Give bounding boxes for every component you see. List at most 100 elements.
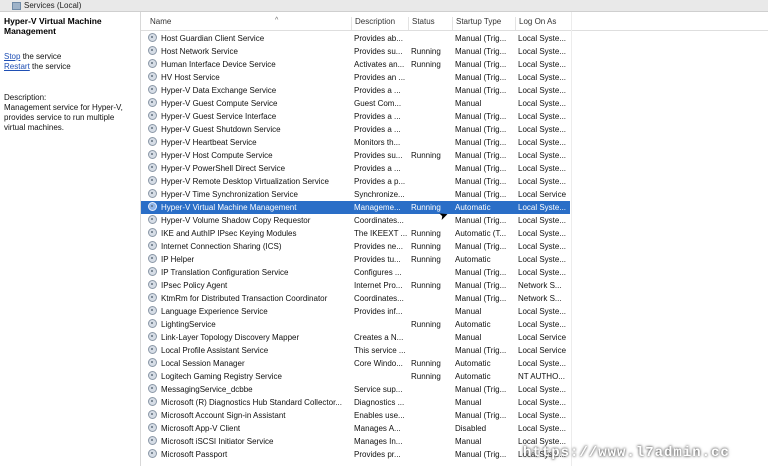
stop-service-link[interactable]: Stop xyxy=(4,52,20,61)
description-text: Management service for Hyper-V, provides… xyxy=(4,103,123,132)
gear-icon-shape xyxy=(148,267,157,276)
table-row[interactable]: Local Profile Assistant Service This serv… xyxy=(141,344,570,357)
table-row[interactable]: Host Network Service Provides su... Runnin… xyxy=(141,45,570,58)
table-row[interactable]: Hyper-V Guest Compute Service Guest Com..… xyxy=(141,97,570,110)
service-log-on-as: Local Syste... xyxy=(518,138,567,147)
service-log-on-as: NT AUTHO... xyxy=(518,372,565,381)
table-row[interactable]: Human Interface Device Service Activates … xyxy=(141,58,570,71)
table-row[interactable]: Microsoft Account Sign-in Assistant Enabl… xyxy=(141,409,570,422)
column-startup-type[interactable]: Startup Type xyxy=(453,17,516,30)
service-description: Manages In... xyxy=(354,437,403,446)
service-log-on-as: Local Syste... xyxy=(518,99,567,108)
table-row[interactable]: Hyper-V Guest Shutdown Service Provides a… xyxy=(141,123,570,136)
gear-icon xyxy=(148,189,159,200)
service-description: Creates a N... xyxy=(354,333,404,342)
table-row[interactable]: MessagingService_dcbbe Service sup... Manu… xyxy=(141,383,570,396)
service-description: Provides ne... xyxy=(354,242,403,251)
table-row[interactable]: Hyper-V PowerShell Direct Service Provide… xyxy=(141,162,570,175)
service-status xyxy=(411,448,451,461)
service-description: Provides inf... xyxy=(354,307,403,316)
service-startup-type: Manual (Trig... xyxy=(455,281,507,290)
table-row[interactable]: Host Guardian Client Service Provides ab.… xyxy=(141,32,570,45)
service-log-on-as: Local Syste... xyxy=(518,151,567,160)
table-row[interactable]: Hyper-V Guest Service Interface Provides … xyxy=(141,110,570,123)
service-status xyxy=(411,292,451,305)
service-description: Provides a ... xyxy=(354,164,401,173)
service-description: Coordinates... xyxy=(354,216,404,225)
column-startup-type-label: Startup Type xyxy=(456,17,502,26)
table-row[interactable]: Internet Connection Sharing (ICS) Provide… xyxy=(141,240,570,253)
gear-icon xyxy=(148,267,159,278)
service-startup-type: Manual (Trig... xyxy=(455,385,507,394)
service-startup-type: Manual xyxy=(455,307,482,316)
service-log-on-as: Local Service xyxy=(518,346,567,355)
table-row[interactable]: Hyper-V Data Exchange Service Provides a … xyxy=(141,84,570,97)
table-row[interactable]: Local Session Manager Core Windo... Runnin… xyxy=(141,357,570,370)
service-name: HV Host Service xyxy=(161,73,220,82)
service-status: Running xyxy=(411,151,441,160)
service-log-on-as: Local Syste... xyxy=(518,229,567,238)
column-description-label: Description xyxy=(355,17,396,26)
service-startup-type: Disabled xyxy=(455,424,487,433)
service-log-on-as: Local Syste... xyxy=(518,411,567,420)
table-row[interactable]: Language Experience Service Provides inf.… xyxy=(141,305,570,318)
service-description: Diagnostics ... xyxy=(354,398,405,407)
service-description: Provides a p... xyxy=(354,177,406,186)
table-row[interactable]: Hyper-V Remote Desktop Virtualization Se… xyxy=(141,175,570,188)
column-status[interactable]: Status xyxy=(409,17,453,30)
service-status xyxy=(411,71,451,84)
table-row[interactable]: Hyper-V Time Synchronization Service Sync… xyxy=(141,188,570,201)
table-row[interactable]: HV Host Service Provides an ... Manual (Tr… xyxy=(141,71,570,84)
gear-icon-shape xyxy=(148,306,157,315)
table-row[interactable]: KtmRm for Distributed Transaction Coordi… xyxy=(141,292,570,305)
service-description: Manages A... xyxy=(354,424,401,433)
watermark: https://www.l7admin.cc xyxy=(523,445,730,461)
gear-icon-shape xyxy=(148,293,157,302)
column-log-on-as-label: Log On As xyxy=(519,17,557,26)
table-row[interactable]: LightingService Running Automatic Local Sys… xyxy=(141,318,570,331)
gear-icon-shape xyxy=(148,150,157,159)
service-status: Running xyxy=(411,229,441,238)
service-log-on-as: Network S... xyxy=(518,294,562,303)
table-row[interactable]: Microsoft Passport Provides pr... Manual (… xyxy=(141,448,570,461)
service-description xyxy=(354,318,409,331)
table-row[interactable]: Hyper-V Host Compute Service Provides su.… xyxy=(141,149,570,162)
table-row[interactable]: Hyper-V Heartbeat Service Monitors th... M… xyxy=(141,136,570,149)
service-name: Hyper-V Guest Service Interface xyxy=(161,112,277,121)
table-row-selected[interactable]: Hyper-V Virtual Machine Management Manage… xyxy=(141,201,570,214)
column-status-label: Status xyxy=(412,17,435,26)
gear-icon xyxy=(148,319,159,330)
table-row[interactable]: Microsoft App-V Client Manages A... Disabl… xyxy=(141,422,570,435)
service-description: This service ... xyxy=(354,346,406,355)
gear-icon xyxy=(148,124,159,135)
gear-icon-shape xyxy=(148,436,157,445)
service-name: Hyper-V Data Exchange Service xyxy=(161,86,277,95)
service-log-on-as: Local Syste... xyxy=(518,307,567,316)
table-row[interactable]: IKE and AuthIP IPsec Keying Modules The I… xyxy=(141,227,570,240)
service-name: Hyper-V Remote Desktop Virtualization Se… xyxy=(161,177,329,186)
column-log-on-as[interactable]: Log On As xyxy=(516,17,572,30)
table-row[interactable]: Microsoft iSCSI Initiator Service Manages… xyxy=(141,435,570,448)
service-startup-type: Manual (Trig... xyxy=(455,125,507,134)
service-status: Running xyxy=(411,359,441,368)
service-description: Provides a ... xyxy=(354,125,401,134)
column-description[interactable]: Description xyxy=(352,17,409,30)
gear-icon-shape xyxy=(148,85,157,94)
restart-service-link[interactable]: Restart xyxy=(4,62,30,71)
description-label: Description: xyxy=(4,93,47,102)
service-startup-type: Manual xyxy=(455,437,482,446)
table-row[interactable]: Link-Layer Topology Discovery Mapper Crea… xyxy=(141,331,570,344)
service-status xyxy=(411,435,451,448)
window-title: Services (Local) xyxy=(24,1,82,10)
gear-icon-shape xyxy=(148,202,157,211)
sort-up-icon: ^ xyxy=(275,17,279,24)
table-row[interactable]: Logitech Gaming Registry Service Running A… xyxy=(141,370,570,383)
service-name: KtmRm for Distributed Transaction Coordi… xyxy=(161,294,328,303)
gear-icon xyxy=(148,436,159,447)
table-row[interactable]: IP Translation Configuration Service Conf… xyxy=(141,266,570,279)
table-row[interactable]: Hyper-V Volume Shadow Copy Requestor Coor… xyxy=(141,214,570,227)
table-row[interactable]: IPsec Policy Agent Internet Pro... Running… xyxy=(141,279,570,292)
column-name[interactable]: Name ^ xyxy=(147,17,352,30)
table-row[interactable]: Microsoft (R) Diagnostics Hub Standard C… xyxy=(141,396,570,409)
table-row[interactable]: IP Helper Provides tu... Running Automatic L… xyxy=(141,253,570,266)
